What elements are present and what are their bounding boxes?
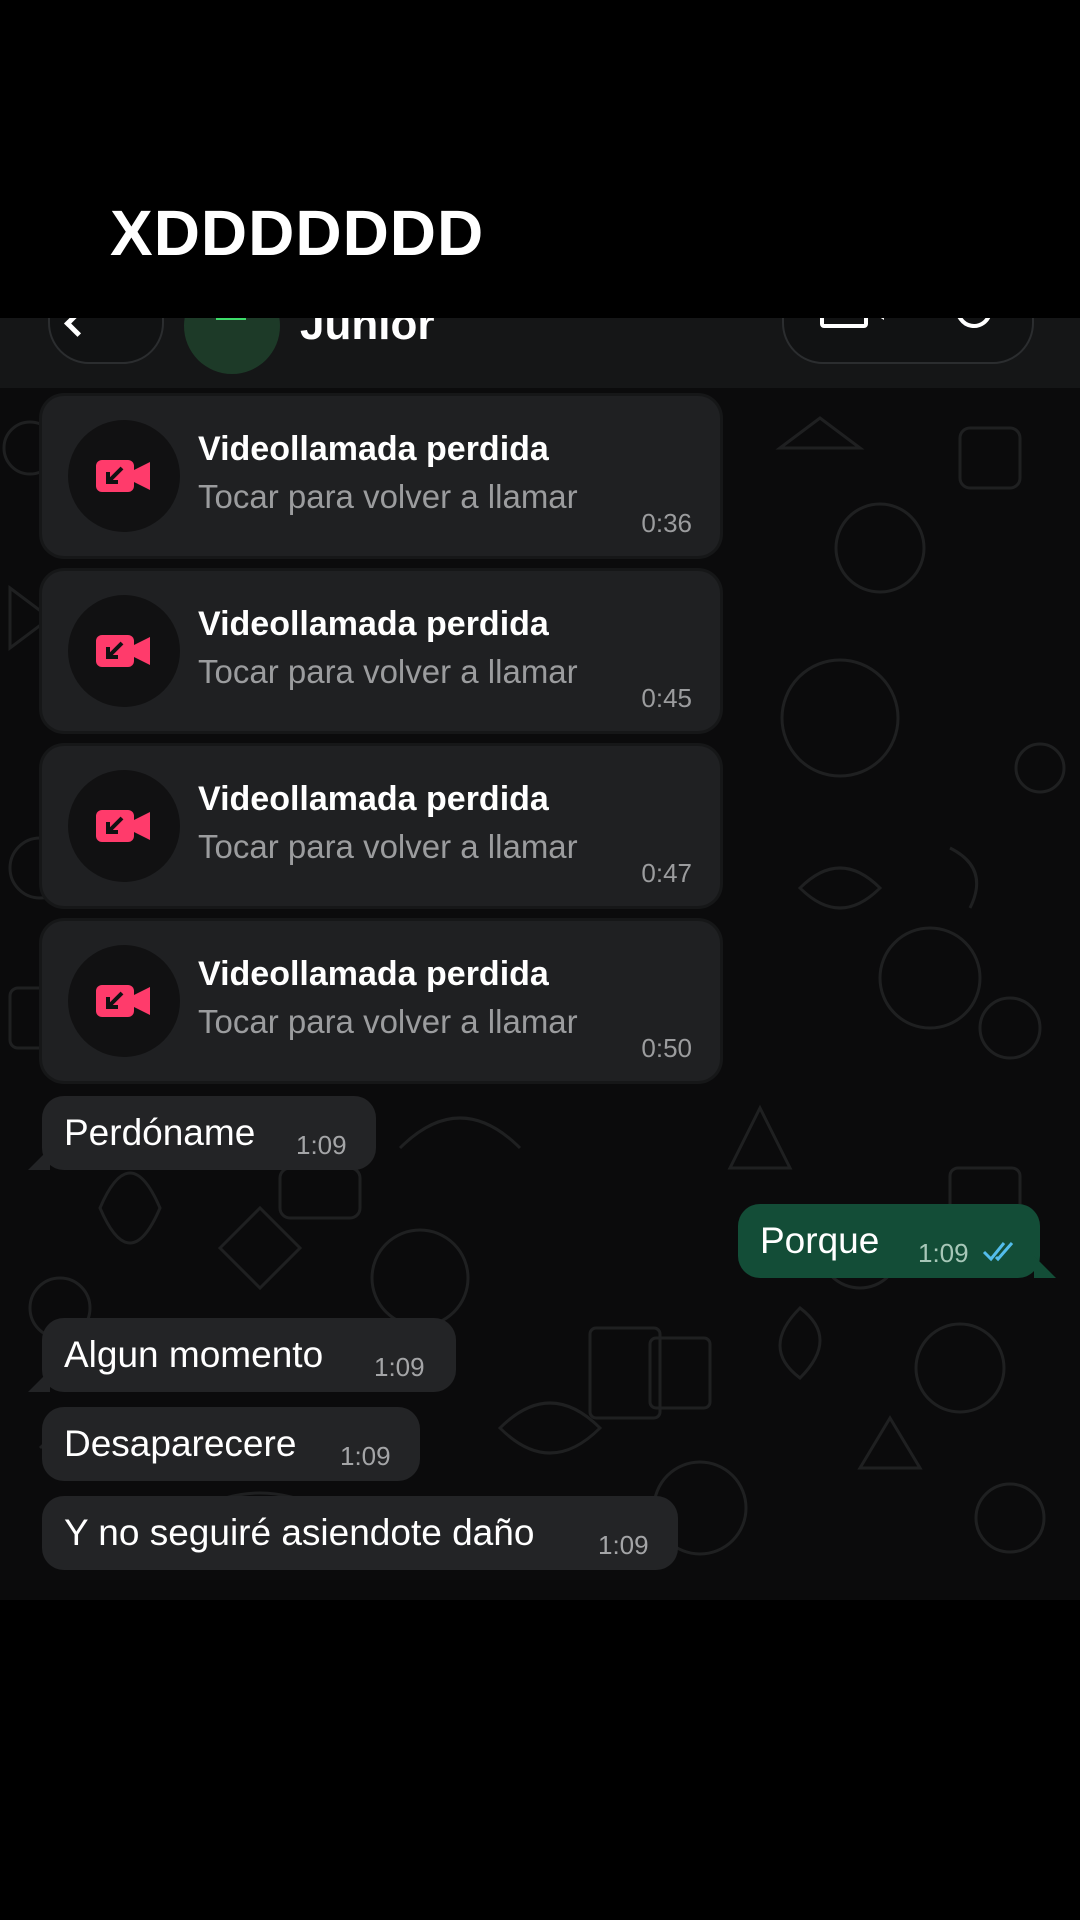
contact-avatar[interactable]: [184, 318, 280, 374]
message-text: Perdóname: [64, 1112, 256, 1153]
missed-call-subtitle: Tocar para volver a llamar: [198, 1003, 578, 1040]
incoming-message[interactable]: Desaparecere 1:09: [42, 1407, 420, 1481]
missed-video-call-icon: [68, 945, 180, 1057]
missed-call-time: 0:36: [641, 508, 692, 538]
missed-video-call-icon: [68, 420, 180, 532]
missed-video-call-icon: [68, 770, 180, 882]
incoming-message[interactable]: Y no seguiré asiendote daño 1:09: [42, 1496, 678, 1570]
missed-call-title: Videollamada perdida: [198, 430, 549, 468]
message-time: 1:09: [340, 1441, 391, 1471]
missed-call-subtitle: Tocar para volver a llamar: [198, 478, 578, 515]
message-text: Porque: [760, 1220, 880, 1261]
missed-call-time: 0:50: [641, 1033, 692, 1063]
outgoing-message[interactable]: Porque 1:09: [738, 1204, 1056, 1278]
missed-call-subtitle: Tocar para volver a llamar: [198, 653, 578, 690]
call-actions: [782, 318, 1034, 364]
incoming-message[interactable]: Algun momento 1:09: [28, 1318, 456, 1392]
overlay-caption: XDDDDDDD: [110, 197, 485, 269]
missed-call-title: Videollamada perdida: [198, 605, 549, 643]
missed-call-bubble[interactable]: Videollamada perdida Tocar para volver a…: [42, 396, 720, 556]
read-receipt-icon: [982, 1242, 1014, 1262]
missed-call-title: Videollamada perdida: [198, 955, 549, 993]
missed-call-subtitle: Tocar para volver a llamar: [198, 828, 578, 865]
message-text: Desaparecere: [64, 1423, 297, 1464]
back-button[interactable]: 12: [48, 318, 164, 364]
message-text: Y no seguiré asiendote daño: [64, 1512, 535, 1553]
chat-screen: 12 Junior Videollamada perdida Tocar par…: [0, 318, 1080, 1600]
missed-call-time: 0:45: [641, 683, 692, 713]
missed-call-time: 0:47: [641, 858, 692, 888]
message-time: 1:09: [374, 1352, 425, 1382]
message-time: 1:09: [918, 1238, 969, 1268]
contact-name[interactable]: Junior: [300, 318, 434, 350]
missed-call-bubble[interactable]: Videollamada perdida Tocar para volver a…: [42, 921, 720, 1081]
missed-video-call-icon: [68, 595, 180, 707]
chevron-left-icon: [64, 318, 91, 337]
incoming-message[interactable]: Perdóname 1:09: [28, 1096, 376, 1170]
missed-call-bubble[interactable]: Videollamada perdida Tocar para volver a…: [42, 746, 720, 906]
missed-call-bubble[interactable]: Videollamada perdida Tocar para volver a…: [42, 571, 720, 731]
chat-header: 12 Junior: [0, 318, 1080, 388]
message-time: 1:09: [296, 1130, 347, 1160]
unread-count: 12: [106, 318, 153, 324]
message-time: 1:09: [598, 1530, 649, 1560]
voice-call-icon[interactable]: [948, 318, 1000, 336]
missed-call-title: Videollamada perdida: [198, 780, 549, 818]
message-text: Algun momento: [64, 1334, 324, 1375]
